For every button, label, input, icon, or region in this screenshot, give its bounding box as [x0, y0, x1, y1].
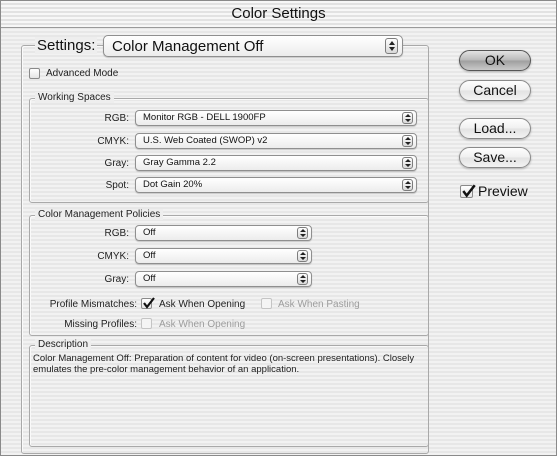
ask-when-opening-label: Ask When Opening [159, 299, 246, 310]
advanced-mode-label: Advanced Mode [46, 68, 119, 79]
ws-cmyk-popup[interactable]: U.S. Web Coated (SWOP) v2 [135, 133, 417, 149]
ws-rgb-value: Monitor RGB - DELL 1900FP [143, 112, 266, 123]
policy-gray-value: Off [143, 273, 156, 284]
missing-profiles-label: Missing Profiles: [64, 319, 137, 330]
ws-spot-label: Spot: [105, 180, 129, 191]
popup-arrows-icon [297, 273, 308, 285]
popup-arrows-icon [297, 250, 308, 262]
advanced-mode-checkbox[interactable] [29, 68, 40, 79]
policy-cmyk-label: CMYK: [97, 251, 129, 262]
preview-checkbox[interactable] [460, 184, 476, 198]
missing-ask-when-opening-label: Ask When Opening [159, 319, 246, 330]
policy-rgb-label: RGB: [104, 228, 129, 239]
checkmark-icon [462, 184, 476, 198]
working-spaces-title: Working Spaces [35, 92, 114, 103]
profile-mismatches-label: Profile Mismatches: [49, 299, 137, 310]
settings-value: Color Management Off [112, 38, 264, 55]
ws-spot-popup[interactable]: Dot Gain 20% [135, 177, 417, 193]
ws-gray-value: Gray Gamma 2.2 [143, 157, 216, 168]
ws-rgb-label: RGB: [104, 113, 129, 124]
popup-arrows-icon [385, 38, 398, 54]
settings-popup[interactable]: Color Management Off [103, 35, 403, 57]
missing-ask-when-opening-checkbox[interactable] [141, 318, 152, 329]
ws-cmyk-label: CMYK: [97, 136, 129, 147]
ok-button[interactable]: OK [459, 50, 531, 71]
ws-spot-value: Dot Gain 20% [143, 179, 203, 190]
popup-arrows-icon [402, 112, 413, 124]
popup-arrows-icon [402, 157, 413, 169]
policy-cmyk-popup[interactable]: Off [135, 248, 312, 264]
ws-gray-label: Gray: [104, 158, 129, 169]
description-title: Description [35, 339, 92, 350]
policy-rgb-popup[interactable]: Off [135, 225, 312, 241]
policy-gray-popup[interactable]: Off [135, 271, 312, 287]
ask-when-pasting-label: Ask When Pasting [278, 299, 360, 310]
settings-label: Settings: [35, 37, 98, 54]
ws-rgb-popup[interactable]: Monitor RGB - DELL 1900FP [135, 110, 417, 126]
preview-label: Preview [478, 183, 528, 199]
popup-arrows-icon [402, 135, 413, 147]
checkmark-icon [143, 297, 155, 309]
window-title: Color Settings [1, 1, 556, 28]
ws-cmyk-value: U.S. Web Coated (SWOP) v2 [143, 135, 268, 146]
policy-cmyk-value: Off [143, 250, 156, 261]
load-button[interactable]: Load... [459, 118, 531, 139]
save-button[interactable]: Save... [459, 147, 531, 168]
policy-rgb-value: Off [143, 227, 156, 238]
color-settings-dialog: Color Settings Settings: Color Managemen… [0, 0, 557, 456]
popup-arrows-icon [297, 227, 308, 239]
popup-arrows-icon [402, 179, 413, 191]
ws-gray-popup[interactable]: Gray Gamma 2.2 [135, 155, 417, 171]
ask-when-pasting-checkbox[interactable] [261, 298, 272, 309]
cancel-button[interactable]: Cancel [459, 80, 531, 101]
policy-gray-label: Gray: [104, 274, 129, 285]
ask-when-opening-checkbox[interactable] [141, 297, 155, 309]
policies-title: Color Management Policies [35, 209, 164, 220]
description-text: Color Management Off: Preparation of con… [33, 353, 415, 375]
